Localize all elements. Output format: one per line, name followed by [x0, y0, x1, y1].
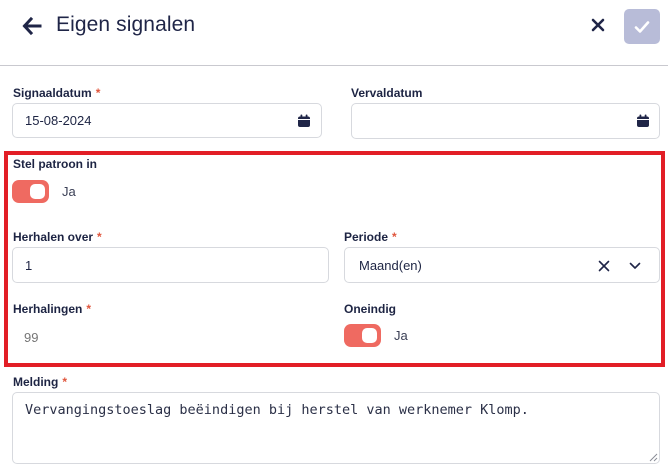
signaaldatum-input[interactable] — [12, 103, 322, 138]
melding-textarea[interactable]: Vervangingstoeslag beëindigen bij herste… — [12, 392, 660, 464]
required-marker: * — [62, 375, 67, 389]
page-header: Eigen signalen — [0, 0, 668, 66]
calendar-icon[interactable] — [636, 114, 650, 128]
periode-label-text: Periode — [344, 230, 389, 244]
signaaldatum-label-text: Signaaldatum — [13, 86, 92, 100]
arrow-left-icon[interactable] — [22, 16, 42, 36]
patroon-toggle-text: Ja — [62, 184, 76, 199]
patroon-toggle[interactable] — [12, 180, 49, 203]
melding-label: Melding * — [13, 375, 67, 389]
required-marker: * — [392, 230, 397, 244]
confirm-button[interactable] — [624, 9, 660, 44]
oneindig-toggle[interactable] — [344, 324, 381, 347]
periode-label: Periode * — [344, 230, 397, 244]
herhalen-over-label: Herhalen over * — [13, 230, 102, 244]
calendar-icon[interactable] — [297, 114, 311, 128]
herhalen-over-label-text: Herhalen over — [13, 230, 94, 244]
herhalingen-label-text: Herhalingen — [13, 302, 83, 316]
page-title: Eigen signalen — [56, 13, 196, 36]
patroon-label: Stel patroon in — [13, 157, 97, 171]
required-marker: * — [97, 230, 102, 244]
vervaldatum-input[interactable] — [351, 103, 660, 139]
clear-icon[interactable] — [598, 260, 610, 272]
melding-label-text: Melding — [13, 375, 59, 389]
herhalingen-input[interactable] — [12, 320, 329, 355]
required-marker: * — [95, 86, 101, 100]
oneindig-toggle-text: Ja — [394, 328, 408, 343]
toggle-knob — [30, 184, 45, 199]
chevron-down-icon[interactable] — [629, 262, 641, 270]
close-icon[interactable] — [590, 17, 606, 33]
resize-grip-icon[interactable] — [648, 452, 658, 462]
check-icon — [634, 20, 650, 33]
periode-select[interactable]: Maand(en) — [344, 247, 660, 283]
herhalen-over-input[interactable] — [12, 247, 329, 283]
oneindig-label: Oneindig — [344, 302, 396, 316]
required-marker: * — [86, 302, 92, 316]
signaaldatum-label: Signaaldatum * — [13, 86, 100, 100]
toggle-knob — [362, 328, 377, 343]
periode-select-value: Maand(en) — [359, 258, 422, 273]
vervaldatum-label: Vervaldatum — [351, 86, 423, 100]
herhalingen-label: Herhalingen * — [13, 302, 91, 316]
